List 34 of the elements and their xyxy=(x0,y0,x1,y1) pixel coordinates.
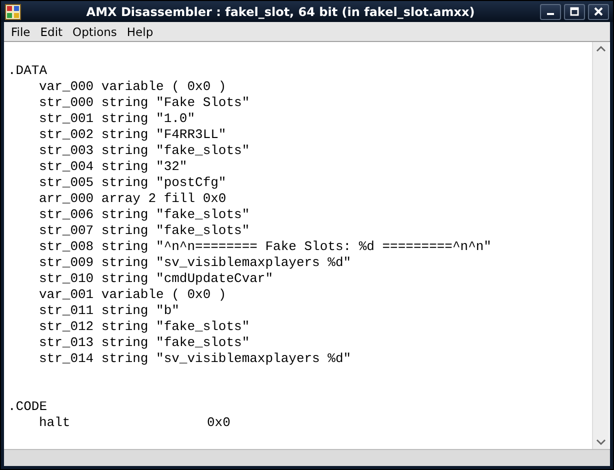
data-line: str_008 string "^n^n======== Fake Slots: %d =========^n^n" xyxy=(39,239,492,255)
data-line: str_001 string "1.0" xyxy=(39,111,196,127)
instruction-operand: 0x0 xyxy=(207,415,230,431)
section-header: .DATA xyxy=(8,63,48,79)
data-line: str_010 string "cmdUpdateCvar" xyxy=(39,271,274,287)
instruction-mnemonic: halt xyxy=(39,415,72,431)
data-line: str_000 string "Fake Slots" xyxy=(39,95,250,111)
data-line: str_012 string "fake_slots" xyxy=(39,319,250,335)
minimize-button[interactable] xyxy=(540,4,561,20)
menu-item[interactable]: File xyxy=(6,24,36,38)
data-line: str_014 string "sv_visiblemaxplayers %d" xyxy=(39,351,352,367)
data-line: str_013 string "fake_slots" xyxy=(39,335,250,351)
menu-item[interactable]: Options xyxy=(68,24,122,38)
data-line: var_001 variable ( 0x0 ) xyxy=(39,287,226,303)
close-icon xyxy=(594,7,603,16)
app-icon xyxy=(5,4,21,20)
data-line: str_005 string "postCfg" xyxy=(39,175,226,191)
close-button[interactable] xyxy=(588,4,609,20)
data-line: str_003 string "fake_slots" xyxy=(39,143,250,159)
data-line: str_007 string "fake_slots" xyxy=(39,223,250,239)
menu-item[interactable]: Edit xyxy=(35,24,68,38)
section-header: .CODE xyxy=(8,399,48,415)
data-line: str_009 string "sv_visiblemaxplayers %d" xyxy=(39,255,352,271)
data-line: str_002 string "F4RR3LL" xyxy=(39,127,226,143)
data-line: var_000 variable ( 0x0 ) xyxy=(39,79,226,95)
maximize-button[interactable] xyxy=(564,4,585,20)
menu-item[interactable]: Help xyxy=(122,24,158,38)
data-line: str_006 string "fake_slots" xyxy=(39,207,250,223)
data-line: str_011 string "b" xyxy=(39,303,180,319)
data-line: str_004 string "32" xyxy=(39,159,188,175)
maximize-icon xyxy=(570,7,579,16)
data-line: arr_000 array 2 fill 0x0 xyxy=(39,191,226,207)
scrollbar[interactable] xyxy=(592,42,609,449)
window-title: AMX Disassembler : fakel_slot, 64 bit (in fakel_slot.amxx) xyxy=(85,4,476,18)
